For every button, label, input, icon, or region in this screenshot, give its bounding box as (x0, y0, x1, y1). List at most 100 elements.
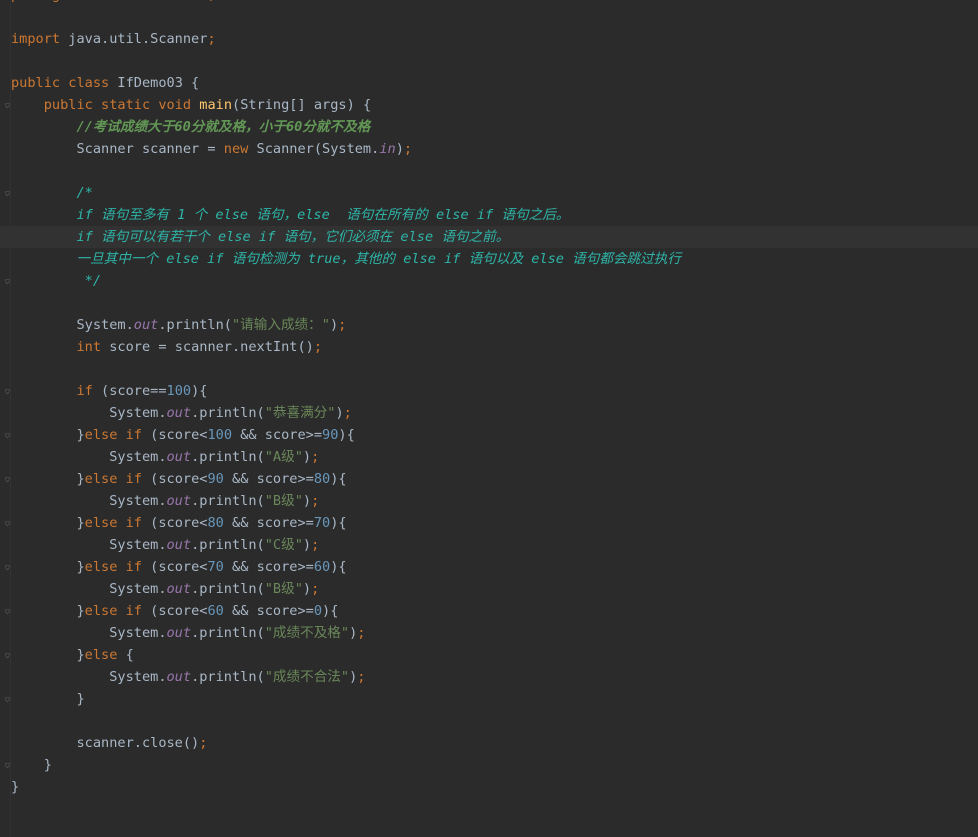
code-token: ; (338, 317, 347, 333)
code-line[interactable]: import java.util.Scanner; (11, 28, 978, 50)
code-line[interactable]: ⌂ }else if (score<100 && score>=90){ (5, 424, 978, 446)
code-token: 语句之后。 (493, 207, 570, 223)
code-line[interactable]: //考试成绩大于60分就及格，小于60分就不及格 (11, 116, 978, 138)
code-line[interactable]: System.out.println("成绩不合法"); (11, 666, 978, 688)
code-token: else (84, 647, 118, 663)
fold-marker-icon[interactable]: ⌂ (1, 561, 10, 573)
code-token: && score>= (223, 559, 314, 575)
code-token: "成绩不合法" (264, 669, 350, 685)
code-token: .println( (158, 317, 232, 333)
code-line[interactable]: Scanner scanner = new Scanner(System.in)… (11, 138, 978, 160)
code-token: 60 (207, 603, 224, 619)
code-token: 语句在所有的 (329, 207, 436, 223)
fold-marker-icon[interactable]: ⌂ (1, 187, 10, 199)
code-line[interactable]: System.out.println("B级"); (11, 490, 978, 512)
code-line[interactable]: public class IfDemo03 { (11, 72, 978, 94)
code-token: else (215, 207, 249, 223)
code-line[interactable]: ⌂ } (5, 688, 978, 710)
code-token: System. (11, 625, 167, 641)
code-token: System. (11, 405, 167, 421)
code-token: /* (76, 185, 93, 201)
code-line[interactable]: System.out.println("成绩不及格"); (11, 622, 978, 644)
code-token: "C级" (264, 537, 303, 553)
code-line[interactable]: } (11, 776, 978, 798)
code-token: import (11, 31, 61, 47)
code-line[interactable]: if 语句可以有若干个 else if 语句，它们必须在 else 语句之前。 (0, 226, 978, 248)
code-token: .println( (191, 449, 265, 465)
code-line[interactable]: ⌂ if (score==100){ (5, 380, 978, 402)
code-token: && score>= (232, 427, 323, 443)
code-token: (score< (141, 471, 208, 487)
code-token: true (307, 251, 341, 267)
code-token: package (11, 0, 68, 3)
code-token: 语句可以有若干个 (92, 229, 218, 245)
code-line[interactable]: System.out.println("B级"); (11, 578, 978, 600)
code-line[interactable]: int score = scanner.nextInt(); (11, 336, 978, 358)
code-token: Scanner(System. (248, 141, 380, 157)
code-line[interactable] (11, 50, 978, 72)
code-token: out (133, 317, 159, 333)
code-line[interactable]: System.out.println("恭喜满分"); (11, 402, 978, 424)
code-token: "恭喜满分" (264, 405, 336, 421)
code-token: IfDemo03 { (109, 75, 200, 91)
code-token: ){ (338, 427, 355, 443)
code-token: ){ (330, 559, 347, 575)
code-line[interactable]: ⌂ }else if (score<60 && score>=0){ (5, 600, 978, 622)
code-token: ){ (330, 515, 347, 531)
fold-marker-icon[interactable]: ⌂ (1, 385, 10, 397)
code-line[interactable]: ⌂ } (5, 754, 978, 776)
fold-marker-icon[interactable]: ⌂ (1, 605, 10, 617)
code-token: 语句以及 (460, 251, 532, 267)
fold-marker-icon[interactable]: ⌂ (1, 429, 10, 441)
code-token: 60 (313, 559, 331, 575)
code-line[interactable] (11, 160, 978, 182)
code-token: if (76, 229, 93, 245)
code-line[interactable]: System.out.println("请输入成绩："); (11, 314, 978, 336)
code-line[interactable]: ⌂ /* (5, 182, 978, 204)
fold-marker-icon[interactable]: ⌂ (1, 649, 10, 661)
fold-marker-icon[interactable]: ⌂ (1, 759, 10, 771)
code-token: ) (329, 317, 339, 333)
code-token: else if (84, 427, 142, 443)
code-line[interactable]: ⌂ }else { (5, 644, 978, 666)
code-token: else if (84, 471, 142, 487)
code-line[interactable]: scanner.close(); (11, 732, 978, 754)
code-token: System. (11, 669, 167, 685)
code-line[interactable]: System.out.println("A级"); (11, 446, 978, 468)
fold-marker-icon[interactable]: ⌂ (1, 693, 10, 705)
code-line[interactable]: System.out.println("C级"); (11, 534, 978, 556)
code-token: ) (335, 405, 344, 421)
editor-gutter[interactable] (0, 0, 11, 837)
code-line[interactable] (11, 292, 978, 314)
code-token: 90 (207, 471, 224, 487)
code-token: 语句， (248, 207, 298, 223)
fold-marker-icon[interactable]: ⌂ (1, 517, 10, 529)
code-token: ，其他的 (340, 251, 404, 267)
code-area[interactable]: package com.buhui.struct; import java.ut… (0, 0, 978, 798)
code-token: else if (84, 603, 142, 619)
code-line[interactable]: ⌂ }else if (score<80 && score>=70){ (5, 512, 978, 534)
code-token: out (166, 537, 192, 553)
code-line[interactable]: ⌂ */ (5, 270, 978, 292)
code-token: System. (11, 581, 167, 597)
code-line[interactable]: if 语句至多有 1 个 else 语句，else 语句在所有的 else if… (11, 204, 978, 226)
fold-marker-icon[interactable]: ⌂ (1, 473, 10, 485)
code-token: score = scanner.nextInt() (101, 339, 314, 355)
fold-marker-icon[interactable]: ⌂ (1, 275, 10, 287)
code-token: public class (11, 75, 110, 91)
code-token: else if (166, 251, 224, 267)
code-token: && score>= (223, 515, 314, 531)
code-token: } (11, 691, 85, 707)
code-token: 语句检测为 (223, 251, 308, 267)
code-line[interactable] (11, 6, 978, 28)
code-editor[interactable]: package com.buhui.struct; import java.ut… (0, 0, 978, 837)
code-line[interactable]: ⌂ }else if (score<70 && score>=60){ (5, 556, 978, 578)
code-line[interactable]: ⌂ }else if (score<90 && score>=80){ (5, 468, 978, 490)
fold-marker-icon[interactable]: ⌂ (1, 99, 10, 111)
code-line[interactable]: 一旦其中一个 else if 语句检测为 true，其他的 else if 语句… (11, 248, 978, 270)
code-line[interactable] (11, 710, 978, 732)
code-token: "成绩不及格" (264, 625, 350, 641)
code-line[interactable]: ⌂ public static void main(String[] args)… (5, 94, 978, 116)
code-line[interactable] (11, 358, 978, 380)
code-token: else if (403, 251, 461, 267)
